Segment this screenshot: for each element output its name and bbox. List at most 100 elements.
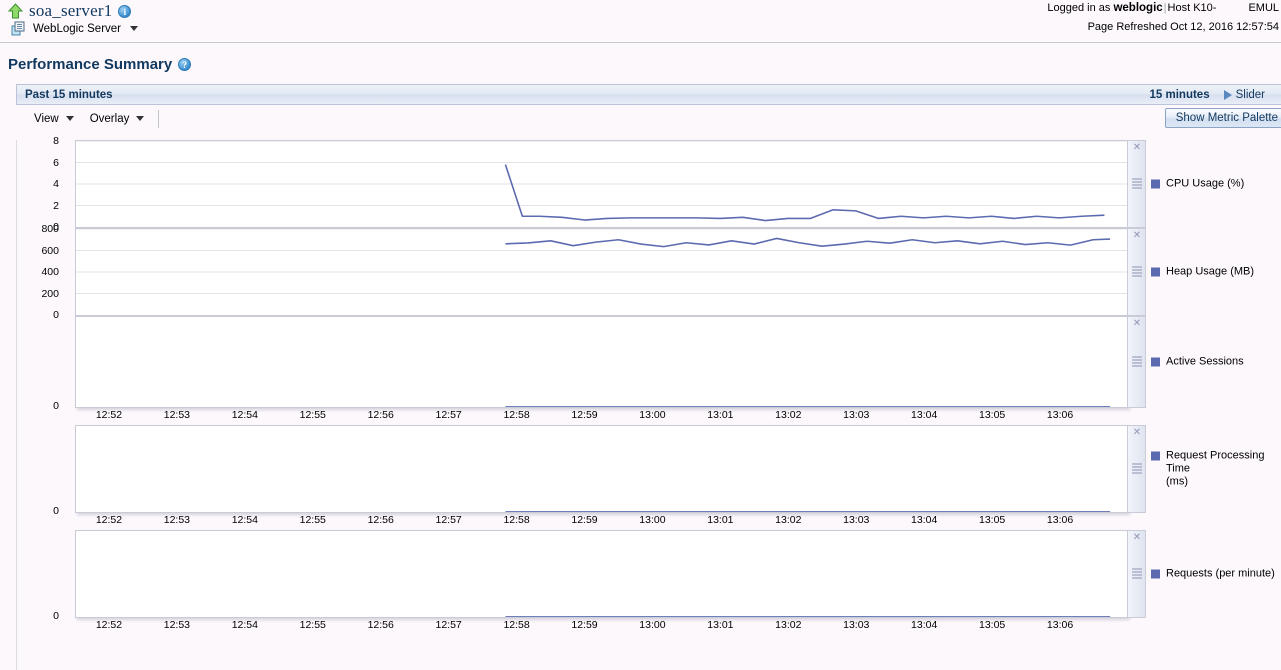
x-axis-tick: 12:56 [367, 514, 394, 526]
overlay-menu[interactable]: Overlay [82, 111, 153, 127]
legend-label: Active Sessions [1166, 355, 1244, 368]
time-range-minutes: 15 minutes [1149, 88, 1210, 101]
x-axis-tick: 12:54 [231, 409, 258, 421]
x-axis-tick: 12:55 [299, 409, 326, 421]
help-icon[interactable]: ? [178, 58, 192, 71]
x-axis-tick: 12:52 [95, 514, 123, 526]
chart-row: 0 ✕ Requests (per minute) [17, 530, 1281, 622]
close-icon[interactable]: ✕ [1132, 143, 1142, 153]
x-axis-tick: 12:59 [571, 619, 598, 631]
resize-grip-icon[interactable] [1132, 463, 1142, 475]
show-metric-palette-button[interactable]: Show Metric Palette [1164, 108, 1281, 128]
login-info: Logged in as weblogic|Host K10- EMUL [1047, 2, 1279, 14]
chart-side-strip: ✕ [1128, 316, 1146, 408]
x-axis-tick: 13:03 [843, 619, 870, 631]
page-refreshed-text: Page Refreshed Oct 12, 2016 12:57:54 [1087, 21, 1279, 33]
chevron-down-icon [65, 116, 74, 121]
time-range-label: Past 15 minutes [25, 88, 113, 101]
legend-label: Request Processing Time (ms) [1166, 449, 1265, 488]
page-header: Performance Summary ? [8, 56, 192, 73]
chart-row: 8 6 4 2 0 ✕ CPU Usage (%) [17, 135, 1281, 233]
toolbar-divider [158, 109, 160, 128]
x-axis-tick: 13:06 [1046, 409, 1074, 421]
chart-legend: Heap Usage (MB) [1151, 266, 1281, 279]
chart-plot-svg [76, 229, 1127, 315]
x-axis-tick: 13:01 [707, 619, 734, 631]
resize-grip-icon[interactable] [1132, 356, 1142, 368]
y-axis-tick: 8 [53, 135, 59, 147]
x-axis-tick: 12:53 [163, 514, 191, 526]
x-axis-tick: 12:54 [231, 619, 258, 631]
legend-swatch [1151, 569, 1160, 579]
x-axis-tick: 13:00 [639, 514, 666, 526]
resize-grip-icon[interactable] [1132, 568, 1142, 580]
view-menu[interactable]: View [26, 111, 82, 127]
legend-label: CPU Usage (%) [1166, 177, 1245, 190]
plot-area: ✕ [63, 530, 1146, 618]
plot-area: ✕ [63, 140, 1146, 228]
close-icon[interactable]: ✕ [1132, 231, 1142, 241]
slider-toggle[interactable]: Slider [1223, 88, 1265, 101]
chart-row: 0 ✕ Active Sessions [17, 316, 1281, 412]
plot-area: ✕ [63, 316, 1146, 408]
chart-plot-svg [76, 141, 1127, 227]
view-menu-label: View [34, 112, 59, 125]
chart-row: 800 600 400 200 0 ✕ Heap Usage (MB) [17, 223, 1281, 321]
y-axis-labels: 86420 [17, 135, 59, 233]
chart-side-strip: ✕ [1128, 140, 1146, 228]
x-axis-tick: 13:05 [978, 619, 1006, 631]
resize-grip-icon[interactable] [1132, 178, 1142, 190]
x-axis: 12:52 12:53 12:54 12:55 12:56 12:57 12:58 12:59… [63, 408, 1146, 425]
y-axis-labels: 0 [17, 530, 59, 622]
server-type-menu[interactable]: WebLogic Server [11, 21, 138, 36]
time-range-bar: Past 15 minutes 15 minutes Slider [16, 84, 1281, 105]
x-axis-tick: 13:00 [639, 409, 666, 421]
chevron-down-icon [130, 26, 138, 31]
slider-label: Slider [1235, 88, 1265, 101]
plot-area: ✕ [63, 228, 1146, 316]
close-icon[interactable]: ✕ [1132, 428, 1142, 438]
x-axis-tick: 13:05 [978, 514, 1006, 526]
x-axis-tick: 13:06 [1046, 619, 1074, 631]
charts-container: 8 6 4 2 0 ✕ CPU Usage (%) 800 600 400 200 0 ✕ Heap Us… [16, 135, 1281, 670]
plot-box[interactable] [75, 316, 1128, 408]
y-axis-tick: 0 [53, 505, 59, 517]
y-axis-tick: 0 [53, 610, 59, 622]
chart-legend: CPU Usage (%) [1151, 178, 1281, 191]
logged-in-user: weblogic [1113, 2, 1163, 14]
close-icon[interactable]: ✕ [1132, 319, 1142, 329]
plot-box[interactable] [75, 530, 1128, 618]
x-axis-tick: 13:03 [843, 409, 870, 421]
chevron-down-icon [136, 116, 145, 121]
plot-box[interactable] [75, 425, 1128, 513]
y-axis-labels: 800 600 400 200 0 [17, 223, 59, 321]
x-axis: 12:52 12:53 12:54 12:55 12:56 12:57 12:58 12:59… [63, 513, 1146, 530]
x-axis-tick: 13:06 [1046, 514, 1074, 526]
close-icon[interactable]: ✕ [1132, 533, 1142, 543]
up-arrow-icon [7, 3, 24, 19]
x-axis-tick: 12:58 [503, 409, 530, 421]
info-icon[interactable]: i [118, 4, 132, 18]
plot-area: ✕ [63, 425, 1146, 513]
x-axis-tick: 13:03 [843, 514, 870, 526]
host-label: Host K10- [1167, 2, 1217, 14]
x-axis-tick: 13:05 [978, 409, 1006, 421]
plot-box[interactable] [75, 228, 1128, 316]
x-axis-tick: 13:04 [911, 514, 938, 526]
resize-grip-icon[interactable] [1132, 266, 1142, 278]
x-axis-tick: 13:01 [707, 409, 734, 421]
plot-box[interactable] [75, 140, 1128, 228]
y-axis-tick: 800 [41, 223, 59, 235]
x-axis-tick: 12:53 [163, 619, 191, 631]
x-axis-tick: 12:55 [299, 514, 326, 526]
x-axis-tick: 13:02 [775, 514, 802, 526]
chart-legend: Requests (per minute) [1151, 568, 1281, 581]
y-axis-tick: 4 [53, 178, 59, 190]
chart-legend: Request Processing Time (ms) [1151, 450, 1281, 489]
x-axis-tick: 12:57 [435, 619, 462, 631]
legend-swatch [1151, 179, 1160, 189]
x-axis-tick: 12:54 [231, 514, 258, 526]
page-title: Performance Summary [8, 56, 173, 73]
x-axis: 12:52 12:53 12:54 12:55 12:56 12:57 12:58 12:59… [63, 618, 1146, 635]
x-axis-tick: 12:59 [571, 409, 598, 421]
